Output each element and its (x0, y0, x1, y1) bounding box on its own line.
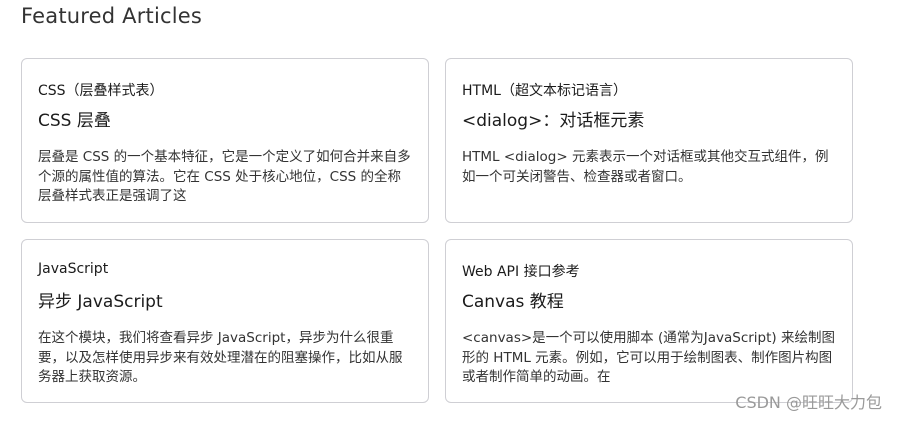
card-category[interactable]: JavaScript (38, 261, 108, 277)
card-title-link[interactable]: CSS 层叠 (38, 106, 111, 131)
article-card-html-dialog[interactable]: HTML（超文本标记语言） <dialog>：对话框元素 HTML <dialo… (445, 58, 853, 223)
card-description: 在这个模块，我们将查看异步 JavaScript，异步为什么很重要，以及怎样使用… (38, 330, 403, 385)
article-card-canvas-tutorial[interactable]: Web API 接口参考 Canvas 教程 <canvas>是一个可以使用脚本… (445, 239, 853, 403)
card-description: HTML <dialog> 元素表示一个对话框或其他交互式组件，例如一个可关闭警… (462, 149, 829, 185)
section-title: Featured Articles (21, 4, 203, 28)
article-card-css-cascade[interactable]: CSS（层叠样式表） CSS 层叠 层叠是 CSS 的一个基本特征，它是一个定义… (21, 58, 429, 223)
card-title-link[interactable]: 异步 JavaScript (38, 287, 163, 312)
card-title-link[interactable]: Canvas 教程 (462, 287, 564, 312)
card-description: <canvas>是一个可以使用脚本 (通常为JavaScript) 来绘制图形的… (462, 329, 838, 387)
card-category[interactable]: HTML（超文本标记语言） (462, 80, 627, 100)
card-category[interactable]: Web API 接口参考 (462, 261, 580, 281)
card-category[interactable]: CSS（层叠样式表） (38, 80, 164, 100)
card-title-link[interactable]: <dialog>：对话框元素 (462, 106, 644, 131)
article-card-async-javascript[interactable]: JavaScript 异步 JavaScript 在这个模块，我们将查看异步 J… (21, 239, 429, 403)
card-description: 层叠是 CSS 的一个基本特征，它是一个定义了如何合并来自多个源的属性值的算法。… (38, 148, 414, 206)
watermark: CSDN @旺旺大力包 (735, 393, 882, 412)
